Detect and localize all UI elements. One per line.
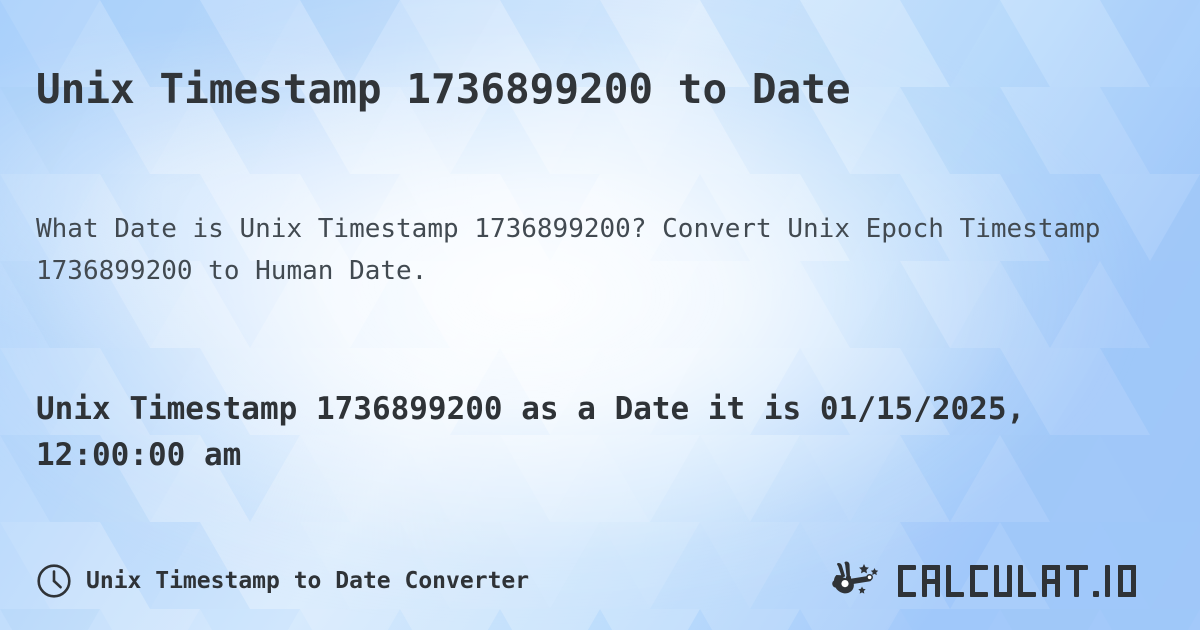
page-title: Unix Timestamp 1736899200 to Date — [36, 65, 851, 114]
footer-label-text: Unix Timestamp to Date Converter — [86, 568, 530, 594]
brand-logo[interactable]: CALCULAT.IO — [831, 552, 1164, 610]
footer: Unix Timestamp to Date Converter — [0, 552, 1200, 610]
brand-wordmark-calculatio — [898, 565, 1136, 597]
conversion-result: Unix Timestamp 1736899200 as a Date it i… — [36, 391, 1026, 473]
magic-wand-hand-icon — [832, 561, 879, 594]
clock-icon — [37, 564, 71, 598]
og-image-card: Unix Timestamp 1736899200 to Date What D… — [0, 0, 1200, 630]
page-description: What Date is Unix Timestamp 1736899200? … — [36, 214, 1101, 286]
footer-brand-label: Unix Timestamp to Date Converter — [36, 552, 529, 610]
